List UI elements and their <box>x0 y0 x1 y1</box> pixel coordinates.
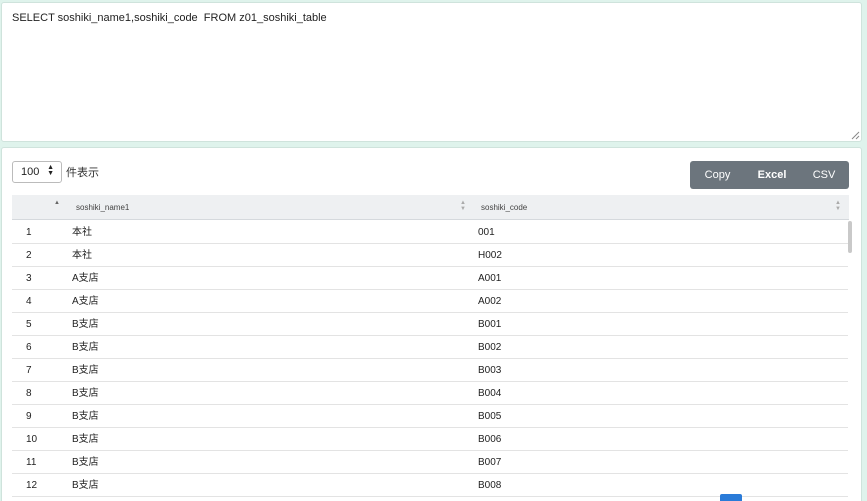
table-header: ▲ soshiki_name1 ▲ ▼ soshiki_code ▲ ▼ <box>12 195 849 220</box>
table-row[interactable]: 6 B支店 B002 <box>12 336 848 359</box>
pagination-current-page[interactable] <box>720 494 742 501</box>
page-length-label: 件表示 <box>66 167 99 179</box>
results-panel: 100 ▲ ▼ 件表示 Copy Excel CSV ▲ soshiki_name… <box>1 147 862 501</box>
sort-asc-icon: ▲ <box>54 200 60 206</box>
page-length-select[interactable]: 100 ▲ ▼ <box>12 161 62 183</box>
resize-handle-icon[interactable] <box>851 131 860 140</box>
column-header-label: soshiki_name1 <box>76 203 130 212</box>
select-arrows-icon: ▲ ▼ <box>47 164 54 177</box>
excel-button[interactable]: Excel <box>745 161 799 189</box>
table-row[interactable]: 3 A支店 A001 <box>12 267 848 290</box>
export-button-group: Copy Excel CSV <box>690 161 849 189</box>
table-row[interactable]: 7 B支店 B003 <box>12 359 848 382</box>
sql-query-textarea[interactable]: SELECT soshiki_name1,soshiki_code FROM z… <box>1 2 862 142</box>
table-row[interactable]: 11 B支店 B007 <box>12 451 848 474</box>
table-body: 1 本社 001 2 本社 H002 3 A支店 A001 4 A支店 A002 5 B支店 B00… <box>12 221 848 497</box>
table-row[interactable]: 1 本社 001 <box>12 221 848 244</box>
column-header-index[interactable]: ▲ <box>16 195 66 220</box>
table-row[interactable]: 8 B支店 B004 <box>12 382 848 405</box>
column-header-label: soshiki_code <box>481 203 528 212</box>
csv-button[interactable]: CSV <box>799 161 849 189</box>
table-row[interactable]: 4 A支店 A002 <box>12 290 848 313</box>
sort-icon: ▲ ▼ <box>835 200 841 212</box>
page-length-value: 100 <box>21 166 40 178</box>
sort-icon: ▲ ▼ <box>460 200 466 212</box>
column-header-soshiki-code[interactable]: soshiki_code ▲ ▼ <box>481 195 846 220</box>
table-scrollbar[interactable] <box>848 221 852 253</box>
table-row[interactable]: 2 本社 H002 <box>12 244 848 267</box>
sql-query-text: SELECT soshiki_name1,soshiki_code FROM z… <box>12 12 327 24</box>
table-row[interactable]: 9 B支店 B005 <box>12 405 848 428</box>
table-row[interactable]: 5 B支店 B001 <box>12 313 848 336</box>
table-row[interactable]: 10 B支店 B006 <box>12 428 848 451</box>
copy-button[interactable]: Copy <box>690 161 745 189</box>
column-header-soshiki-name1[interactable]: soshiki_name1 ▲ ▼ <box>76 195 471 220</box>
